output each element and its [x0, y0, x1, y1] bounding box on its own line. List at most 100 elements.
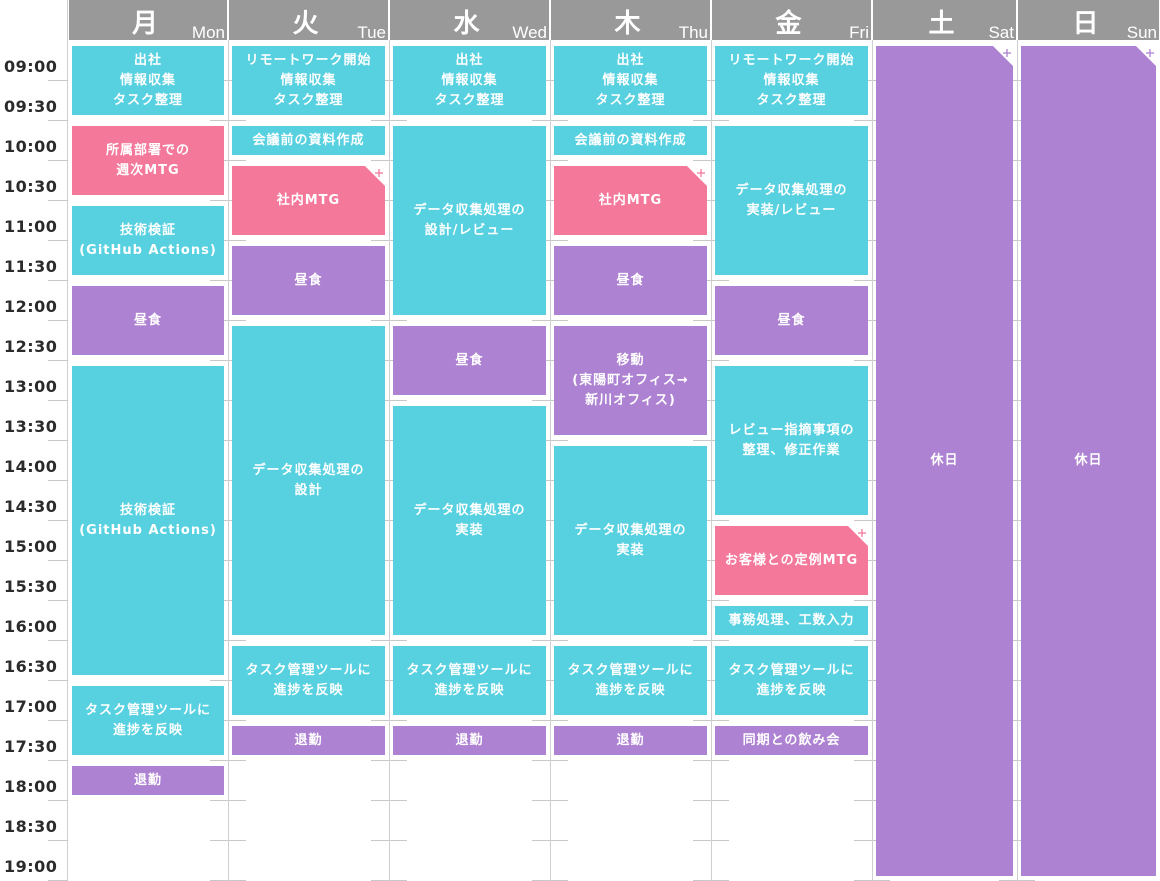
time-label: 12:30 [4, 337, 58, 356]
schedule-event[interactable]: リモートワーク開始 情報収集 タスク整理 [715, 46, 868, 116]
hour-gridline [48, 840, 68, 841]
schedule-event[interactable]: タスク管理ツールに 進捗を反映 [554, 646, 707, 716]
schedule-event[interactable]: データ収集処理の 実装/レビュー [715, 126, 868, 276]
schedule-event[interactable]: 昼食 [232, 246, 385, 316]
event-label: データ収集処理の 実装 [574, 522, 687, 558]
day-name-jp: 火 [292, 9, 319, 39]
schedule-event[interactable]: 昼食 [715, 286, 868, 356]
schedule-event[interactable]: 同期との飲み会 [715, 726, 868, 756]
hour-gridline [48, 480, 68, 481]
schedule-event[interactable]: 昼食 [72, 286, 224, 356]
schedule-event[interactable]: 社内MTG [232, 166, 385, 236]
schedule-event[interactable]: タスク管理ツールに 進捗を反映 [393, 646, 546, 716]
day-name-en: Thu [678, 23, 708, 40]
schedule-event[interactable]: 出社 情報収集 タスク整理 [393, 46, 546, 116]
time-label: 11:30 [4, 257, 58, 276]
event-label: 昼食 [777, 312, 806, 328]
time-label: 13:30 [4, 417, 58, 436]
schedule-event[interactable]: 社内MTG [554, 166, 707, 236]
time-label: 17:00 [4, 697, 58, 716]
day-header-sun[interactable]: 日 Sun [1018, 0, 1159, 40]
time-label: 18:00 [4, 777, 58, 796]
schedule-event[interactable]: 所属部署での 週次MTG [72, 126, 224, 196]
hour-gridline [48, 800, 68, 801]
event-label: 移動 (東陽町オフィス→ 新川オフィス) [572, 352, 689, 408]
schedule-event[interactable]: 退勤 [393, 726, 546, 756]
day-name-jp: 月 [132, 9, 159, 39]
schedule-event[interactable]: データ収集処理の 設計/レビュー [393, 126, 546, 316]
schedule-event[interactable]: 出社 情報収集 タスク整理 [72, 46, 224, 116]
day-header-mon[interactable]: 月 Mon [69, 0, 227, 40]
event-label: リモートワーク開始 情報収集 タスク整理 [245, 52, 372, 108]
time-label: 14:00 [4, 457, 58, 476]
schedule-event[interactable]: タスク管理ツールに 進捗を反映 [72, 686, 224, 756]
day-name-jp: 日 [1072, 9, 1099, 39]
expand-corner-icon[interactable] [1136, 46, 1156, 66]
schedule-event[interactable]: 休日 [1021, 46, 1156, 876]
schedule-event[interactable]: タスク管理ツールに 進捗を反映 [715, 646, 868, 716]
day-name-jp: 木 [614, 9, 641, 39]
time-label: 15:30 [4, 577, 58, 596]
hour-gridline [48, 560, 68, 561]
time-label: 12:00 [4, 297, 58, 316]
schedule-event[interactable]: 昼食 [554, 246, 707, 316]
time-label: 09:30 [4, 97, 58, 116]
schedule-event[interactable]: リモートワーク開始 情報収集 タスク整理 [232, 46, 385, 116]
schedule-event[interactable]: レビュー指摘事項の 整理、修正作業 [715, 366, 868, 516]
schedule-event[interactable]: 会議前の資料作成 [232, 126, 385, 156]
event-label: 退勤 [616, 732, 645, 748]
schedule-event[interactable]: 退勤 [232, 726, 385, 756]
day-name-en: Tue [357, 23, 386, 40]
schedule-event[interactable]: 休日 [876, 46, 1013, 876]
event-label: 昼食 [455, 352, 484, 368]
expand-corner-icon[interactable] [848, 526, 868, 546]
day-header-sat[interactable]: 土 Sat [873, 0, 1016, 40]
schedule-event[interactable]: お客様との定例MTG [715, 526, 868, 596]
time-label: 19:00 [4, 857, 58, 876]
schedule-event[interactable]: データ収集処理の 実装 [554, 446, 707, 636]
schedule-event[interactable]: 出社 情報収集 タスク整理 [554, 46, 707, 116]
event-label: データ収集処理の 設計/レビュー [413, 202, 526, 238]
time-label: 15:00 [4, 537, 58, 556]
time-label: 18:30 [4, 817, 58, 836]
hour-gridline [48, 600, 68, 601]
day-name-en: Mon [191, 23, 225, 40]
day-header-thu[interactable]: 木 Thu [551, 0, 710, 40]
schedule-event[interactable]: 技術検証 (GitHub Actions) [72, 366, 224, 676]
schedule-event[interactable]: 退勤 [72, 766, 224, 796]
event-label: レビュー指摘事項の 整理、修正作業 [728, 422, 855, 458]
schedule-event[interactable]: データ収集処理の 設計 [232, 326, 385, 636]
expand-corner-icon[interactable] [365, 166, 385, 186]
hour-gridline [48, 400, 68, 401]
event-label: タスク管理ツールに 進捗を反映 [245, 662, 372, 698]
schedule-event[interactable]: 退勤 [554, 726, 707, 756]
expand-corner-icon[interactable] [993, 46, 1013, 66]
schedule-event[interactable]: データ収集処理の 実装 [393, 406, 546, 636]
event-label: 退勤 [294, 732, 323, 748]
schedule-event[interactable]: 昼食 [393, 326, 546, 396]
day-header-wed[interactable]: 水 Wed [390, 0, 549, 40]
hour-gridline [48, 640, 68, 641]
hour-gridline [48, 360, 68, 361]
schedule-event[interactable]: 事務処理、工数入力 [715, 606, 868, 636]
time-label: 16:30 [4, 657, 58, 676]
day-header-tue[interactable]: 火 Tue [229, 0, 388, 40]
schedule-event[interactable]: 移動 (東陽町オフィス→ 新川オフィス) [554, 326, 707, 436]
day-name-en: Fri [849, 23, 869, 40]
event-label: タスク管理ツールに 進捗を反映 [406, 662, 533, 698]
event-label: 会議前の資料作成 [574, 132, 687, 148]
event-label: データ収集処理の 実装 [413, 502, 526, 538]
event-label: 出社 情報収集 タスク整理 [112, 52, 183, 108]
schedule-event[interactable]: 会議前の資料作成 [554, 126, 707, 156]
day-header-fri[interactable]: 金 Fri [712, 0, 871, 40]
expand-corner-icon[interactable] [687, 166, 707, 186]
schedule-event[interactable]: タスク管理ツールに 進捗を反映 [232, 646, 385, 716]
day-name-en: Wed [512, 23, 547, 40]
day-name-en: Sun [1126, 23, 1157, 40]
event-label: 退勤 [455, 732, 484, 748]
event-label: データ収集処理の 実装/レビュー [735, 182, 848, 218]
schedule-event[interactable]: 技術検証 (GitHub Actions) [72, 206, 224, 276]
hour-gridline [48, 440, 68, 441]
event-label: 休日 [930, 453, 959, 468]
hour-gridline [48, 320, 68, 321]
